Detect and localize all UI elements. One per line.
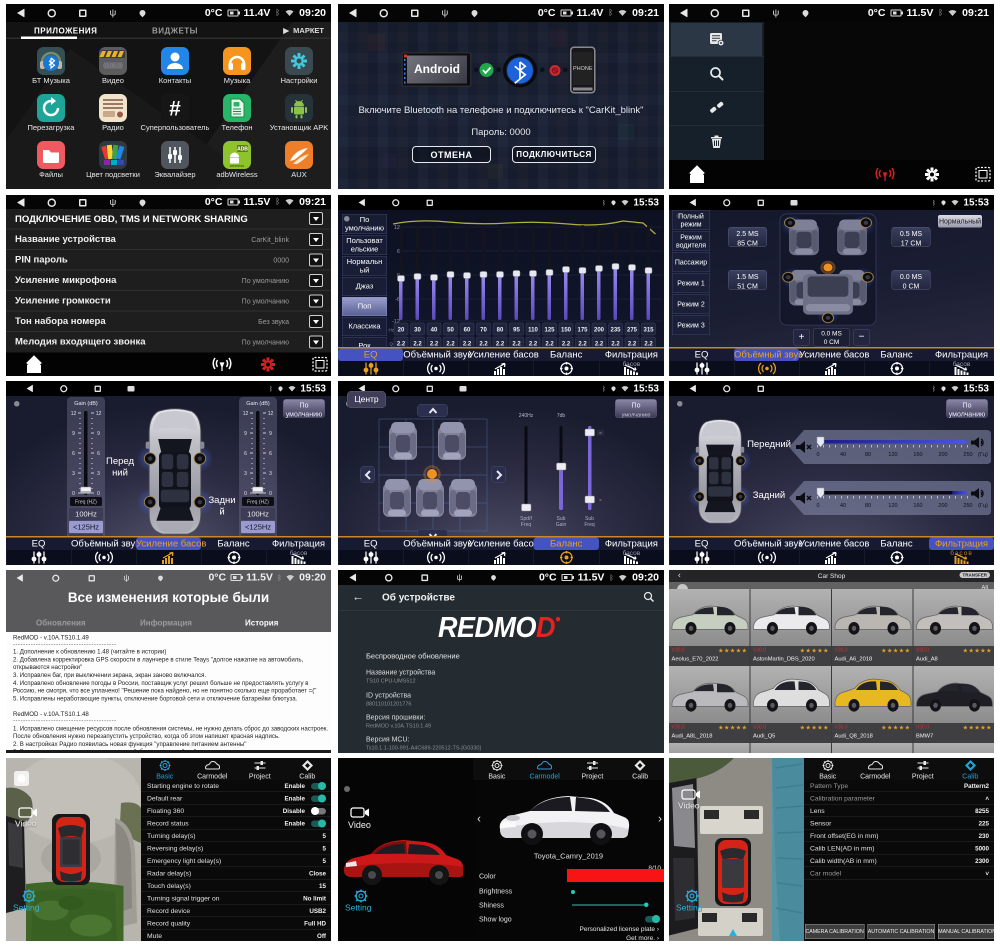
svg-text:80: 80 [497, 328, 504, 334]
svg-text:315: 315 [643, 328, 654, 334]
svg-text:0: 0 [816, 503, 819, 509]
svg-text:200: 200 [938, 503, 947, 509]
svg-text:Gain (dB): Gain (dB) [246, 401, 270, 407]
svg-text:Цвет подсветки: Цвет подсветки [86, 170, 140, 179]
svg-text:100Hz: 100Hz [75, 510, 97, 519]
svg-text:Радио: Радио [102, 123, 124, 132]
svg-text:9: 9 [72, 431, 75, 437]
svg-text:125: 125 [544, 328, 555, 334]
svg-text:40: 40 [840, 452, 846, 458]
svg-text:12: 12 [96, 411, 102, 417]
svg-text:9: 9 [244, 431, 247, 437]
svg-text:<125Hz: <125Hz [73, 523, 99, 532]
svg-text:Freq (HZ): Freq (HZ) [75, 500, 97, 506]
svg-text:Freq (HZ): Freq (HZ) [247, 500, 269, 506]
svg-text:60: 60 [464, 328, 471, 334]
svg-text:Суперпользователь: Суперпользователь [141, 123, 210, 132]
svg-text:03.06.29: 03.06.29 [103, 64, 123, 70]
svg-text:Gain (dB): Gain (dB) [74, 401, 98, 407]
svg-text:6: 6 [72, 451, 75, 457]
svg-text:9: 9 [97, 431, 100, 437]
svg-text:AUX: AUX [291, 170, 306, 179]
svg-text:Перезагрузка: Перезагрузка [28, 123, 76, 132]
svg-text:240Hz: 240Hz [519, 413, 534, 419]
svg-text:Контакты: Контакты [159, 76, 191, 85]
svg-text:Установщик APK: Установщик APK [270, 123, 329, 132]
svg-text:20: 20 [398, 328, 405, 334]
svg-text:200: 200 [938, 452, 947, 458]
svg-text:0: 0 [244, 491, 247, 497]
svg-text:(Гц): (Гц) [978, 452, 988, 458]
svg-text:ADB: ADB [237, 147, 248, 153]
svg-text:Музыка: Музыка [224, 76, 251, 85]
svg-text:3: 3 [244, 471, 247, 477]
svg-text:70: 70 [480, 328, 487, 334]
svg-text:Телефон: Телефон [221, 123, 252, 132]
svg-text:3: 3 [269, 471, 272, 477]
svg-text:12: 12 [268, 411, 274, 417]
svg-text:0: 0 [816, 452, 819, 458]
svg-text:0: 0 [269, 491, 272, 497]
svg-text:Настройки: Настройки [281, 76, 318, 85]
svg-text:120: 120 [888, 503, 897, 509]
svg-text:6: 6 [97, 451, 100, 457]
svg-text:110: 110 [528, 328, 538, 334]
svg-text:100Hz: 100Hz [247, 510, 269, 519]
svg-text:adbWireless: adbWireless [216, 170, 258, 179]
svg-text:6: 6 [244, 451, 247, 457]
svg-text:Файлы: Файлы [39, 170, 63, 179]
svg-text:250: 250 [963, 452, 972, 458]
svg-text:Hz: Hz [389, 328, 395, 333]
svg-text:175: 175 [577, 328, 588, 334]
svg-text:12: 12 [243, 411, 249, 417]
svg-text:40: 40 [431, 328, 438, 334]
svg-text:<125Hz: <125Hz [245, 523, 271, 532]
svg-text:Эквалайзер: Эквалайзер [154, 170, 195, 179]
svg-text:7db: 7db [557, 413, 566, 419]
svg-text:3: 3 [72, 471, 75, 477]
svg-text:30: 30 [414, 328, 421, 334]
svg-text:0: 0 [97, 491, 100, 497]
svg-text:160: 160 [913, 503, 922, 509]
svg-text:(Гц): (Гц) [978, 503, 988, 509]
svg-text:250: 250 [963, 503, 972, 509]
svg-text:#: # [169, 98, 181, 121]
svg-text:6: 6 [269, 451, 272, 457]
svg-text:12: 12 [71, 411, 77, 417]
svg-text:275: 275 [627, 328, 638, 334]
svg-text:=: = [599, 498, 602, 503]
svg-text:95: 95 [513, 328, 520, 334]
svg-text:50: 50 [447, 328, 454, 334]
svg-text:=: = [599, 431, 602, 436]
svg-text:Видео: Видео [102, 76, 124, 85]
svg-text:БТ Музыка: БТ Музыка [32, 76, 71, 85]
svg-text:80: 80 [865, 452, 871, 458]
svg-text:Freq: Freq [584, 522, 595, 528]
svg-text:235: 235 [610, 328, 621, 334]
svg-text:80: 80 [865, 503, 871, 509]
svg-text:150: 150 [561, 328, 572, 334]
svg-text:Gain: Gain [556, 522, 567, 528]
svg-text:Freq: Freq [521, 522, 532, 528]
svg-text:9: 9 [269, 431, 272, 437]
svg-text:3: 3 [97, 471, 100, 477]
svg-text:200: 200 [594, 328, 605, 334]
svg-text:160: 160 [913, 452, 922, 458]
svg-text:0: 0 [72, 491, 75, 497]
svg-text:Q: Q [390, 342, 394, 347]
svg-text:120: 120 [888, 452, 897, 458]
svg-text:wireless: wireless [230, 163, 244, 168]
svg-text:40: 40 [840, 503, 846, 509]
